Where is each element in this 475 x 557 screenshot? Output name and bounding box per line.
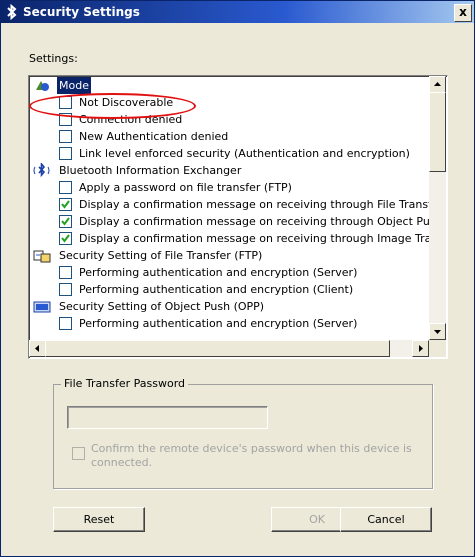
password-field[interactable] <box>67 406 268 429</box>
cancel-button[interactable]: Cancel <box>340 507 432 532</box>
tree-group-label: Security Setting of File Transfer (FTP) <box>59 249 263 262</box>
item-checkbox[interactable] <box>59 130 72 143</box>
item-label: Performing authentication and encryption… <box>79 283 354 296</box>
check-icon <box>61 217 70 226</box>
bluetooth-exchanger-icon <box>33 163 50 178</box>
item-label: Display a confirmation message on receiv… <box>79 198 429 211</box>
scroll-left-button[interactable] <box>29 340 46 357</box>
scroll-right-button[interactable] <box>412 340 429 357</box>
bluetooth-icon <box>7 4 17 20</box>
tree-group-label: Bluetooth Information Exchanger <box>59 164 242 177</box>
scroll-down-button[interactable] <box>429 323 446 340</box>
vertical-scroll-thumb[interactable] <box>429 92 446 172</box>
horizontal-scroll-thumb[interactable] <box>45 340 390 357</box>
item-label: Performing authentication and encryption… <box>79 266 358 279</box>
reset-button[interactable]: Reset <box>53 507 145 532</box>
item-label: Link level enforced security (Authentica… <box>79 147 410 160</box>
horizontal-scrollbar[interactable] <box>29 340 429 357</box>
title-bar[interactable]: Security Settings x <box>1 1 474 23</box>
check-icon <box>61 234 70 243</box>
item-checkbox[interactable] <box>59 147 72 160</box>
item-label: Performing authentication and encryption… <box>79 317 358 330</box>
arrow-down-icon <box>434 330 441 334</box>
scrollbar-corner <box>429 340 446 357</box>
tree-group-label: Mode <box>57 77 91 94</box>
item-checkbox[interactable] <box>59 198 72 211</box>
vertical-scrollbar[interactable] <box>429 76 446 340</box>
arrow-left-icon <box>35 345 39 352</box>
close-button[interactable]: x <box>454 4 472 22</box>
confirm-password-label: Confirm the remote device's password whe… <box>91 442 412 469</box>
item-checkbox[interactable] <box>59 266 72 279</box>
mode-icon <box>36 81 49 91</box>
item-checkbox[interactable] <box>59 181 72 194</box>
item-checkbox[interactable] <box>59 215 72 228</box>
item-checkbox[interactable] <box>59 317 72 330</box>
file-transfer-password-group <box>53 384 433 489</box>
item-checkbox[interactable] <box>59 232 72 245</box>
highlight-annotation <box>29 93 196 119</box>
confirm-password-checkbox[interactable] <box>72 447 85 460</box>
file-transfer-icon <box>33 250 51 263</box>
tree-group-label: Security Setting of Object Push (OPP) <box>59 300 265 313</box>
item-label: Display a confirmation message on receiv… <box>79 215 429 228</box>
item-label: Apply a password on file transfer (FTP) <box>79 181 292 194</box>
object-push-icon <box>33 301 51 313</box>
item-checkbox[interactable] <box>59 283 72 296</box>
arrow-up-icon <box>434 82 441 86</box>
window-title: Security Settings <box>23 5 140 19</box>
check-icon <box>61 200 70 209</box>
file-transfer-password-label: File Transfer Password <box>61 377 189 390</box>
arrow-right-icon <box>419 345 423 352</box>
security-settings-window: Security Settings x Settings: Mode Not Di… <box>0 0 475 557</box>
scroll-up-button[interactable] <box>429 76 446 93</box>
item-label: Display a confirmation message on receiv… <box>79 232 429 245</box>
item-label: New Authentication denied <box>79 130 229 143</box>
settings-label: Settings: <box>29 52 78 65</box>
